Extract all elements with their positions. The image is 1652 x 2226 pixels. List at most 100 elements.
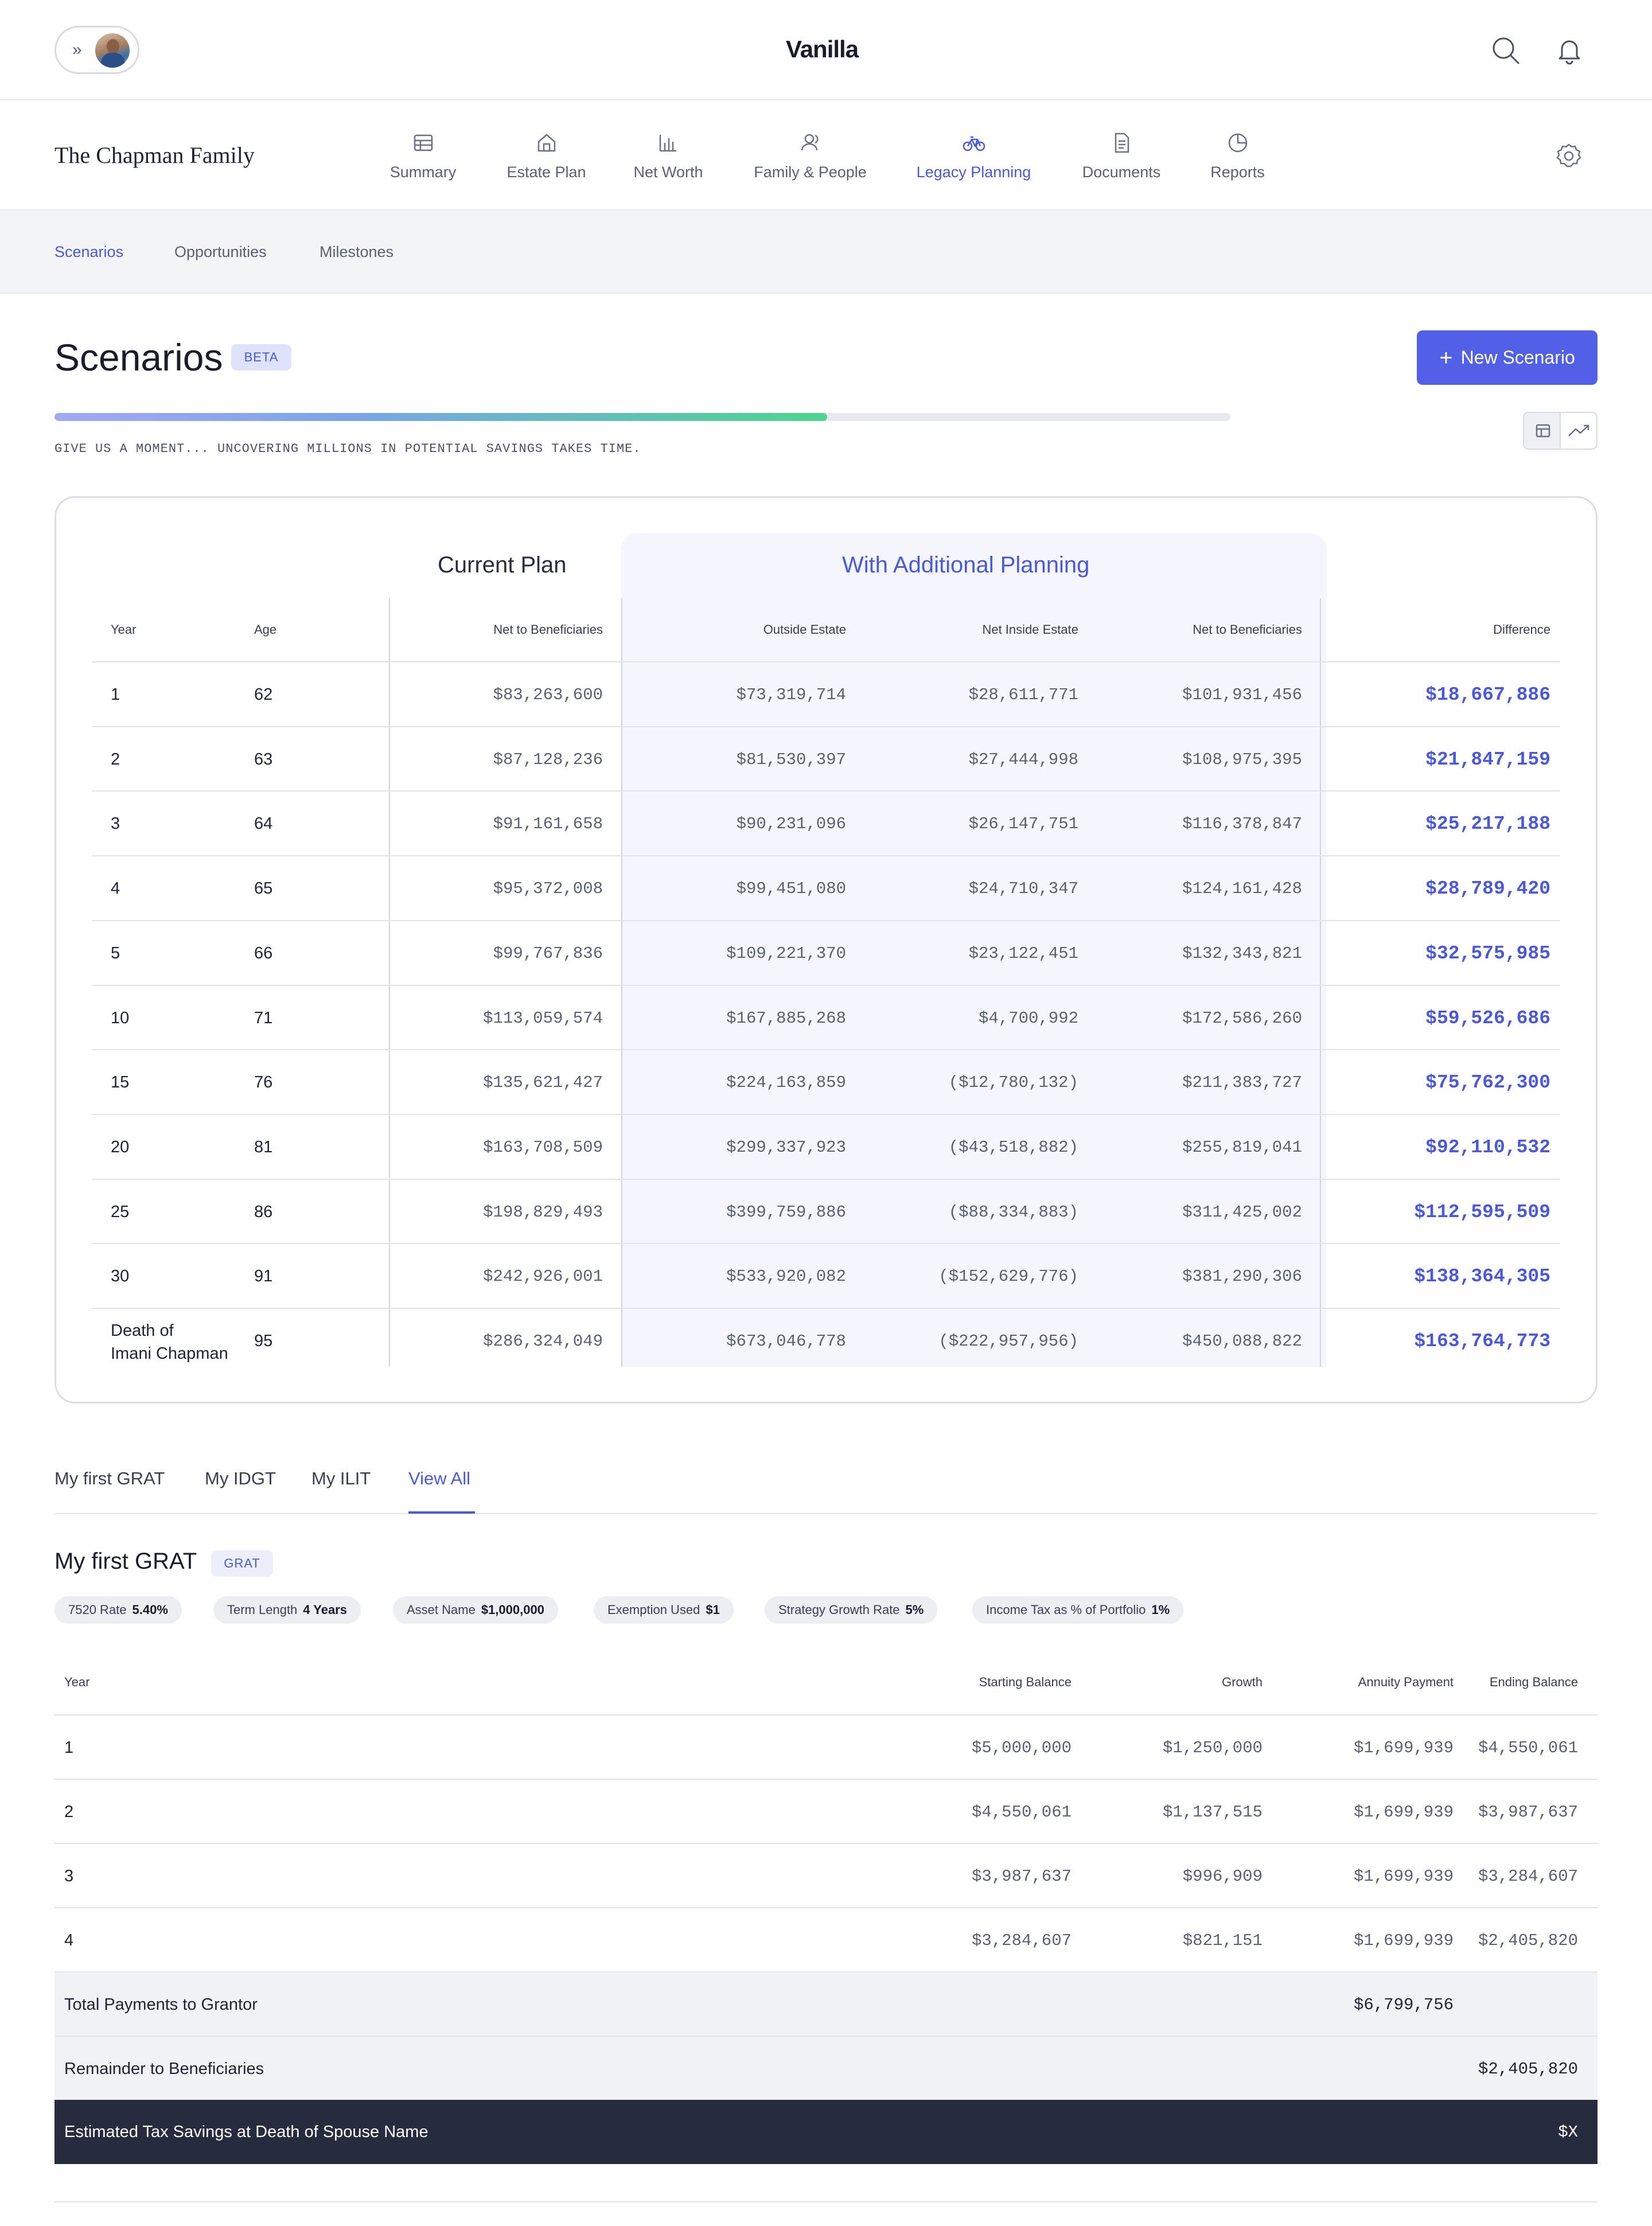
grat-header-growth: Growth (1222, 1675, 1263, 1689)
row-difference: $163,764,773 (1414, 1331, 1550, 1352)
nav-item-legacy-planning[interactable]: Legacy Planning (912, 130, 1035, 181)
row-inside-estate: ($222,957,956) (938, 1332, 1078, 1351)
scenario-row: 10 71 $113,059,574 $167,885,268 $4,700,992 $1… (92, 984, 1560, 1049)
row-inside-estate: $27,444,998 (968, 750, 1078, 769)
row-year: 15 (111, 1073, 130, 1092)
row-age: 95 (254, 1332, 273, 1350)
tab-my-first-grat[interactable]: My first GRAT (54, 1468, 165, 1489)
row-age: 91 (254, 1267, 273, 1286)
grat-row-year: 2 (64, 1803, 74, 1821)
nav-item-summary[interactable]: Summary (384, 130, 462, 181)
nav-item-family-people[interactable]: Family & People (749, 130, 872, 181)
row-year: 4 (111, 879, 120, 898)
tab-my-idgt[interactable]: My IDGT (205, 1468, 276, 1489)
row-outside-estate: $533,920,082 (726, 1267, 846, 1287)
search-icon[interactable] (1489, 33, 1523, 68)
row-net-additional: $124,161,428 (1182, 879, 1302, 899)
row-outside-estate: $99,451,080 (736, 879, 846, 899)
table-view-button[interactable] (1524, 413, 1561, 449)
grat-row-annuity: $1,699,939 (1353, 1931, 1454, 1950)
row-difference: $112,595,509 (1414, 1201, 1550, 1223)
nav-item-reports[interactable]: Reports (1202, 130, 1273, 181)
row-age: 71 (254, 1008, 273, 1027)
row-difference: $25,217,188 (1425, 813, 1550, 835)
trend-chart-icon (1568, 424, 1589, 436)
nav-item-estate-plan[interactable]: Estate Plan (502, 130, 591, 181)
row-difference: $75,762,300 (1425, 1072, 1550, 1094)
row-net-current: $95,372,008 (493, 879, 603, 899)
plus-icon: + (1439, 345, 1453, 371)
grat-row-ending: $2,405,820 (1478, 1931, 1578, 1950)
sub-tab-bar: Scenarios Opportunities Milestones (0, 210, 1652, 294)
scenario-row: 4 65 $95,372,008 $99,451,080 $24,710,347 $124… (92, 855, 1560, 919)
nav-label-summary: Summary (389, 163, 457, 181)
page-title: Scenarios (54, 336, 223, 379)
subtab-opportunities[interactable]: Opportunities (174, 243, 267, 261)
nav-label-documents: Documents (1082, 163, 1161, 181)
avatar[interactable] (95, 33, 130, 68)
tab-my-ilit[interactable]: My ILIT (311, 1468, 371, 1489)
sidebar-toggle-pill[interactable]: » (54, 26, 139, 74)
nav-item-net-worth[interactable]: Net Worth (628, 130, 708, 181)
grat-row-starting: $4,550,061 (971, 1803, 1072, 1822)
progress-fill (54, 413, 827, 421)
row-year: 1 (111, 685, 120, 704)
row-net-current: $163,708,509 (483, 1137, 603, 1157)
col-header-inside-estate: Net Inside Estate (982, 622, 1078, 637)
row-outside-estate: $299,337,923 (726, 1137, 846, 1157)
chart-view-button[interactable] (1561, 413, 1596, 449)
tab-view-all[interactable]: View All (408, 1468, 470, 1489)
grat-row-year: 4 (64, 1931, 74, 1950)
progress-message: GIVE US A MOMENT... UNCOVERING MILLIONS … (54, 442, 641, 456)
row-net-current: $99,767,836 (493, 944, 603, 963)
people-icon (801, 134, 819, 151)
row-year: 25 (111, 1202, 130, 1221)
row-age: 66 (254, 944, 273, 962)
row-inside-estate: ($88,334,883) (948, 1202, 1078, 1222)
row-age: 62 (254, 685, 273, 704)
row-outside-estate: $673,046,778 (726, 1332, 846, 1351)
col-header-net-additional: Net to Beneficiaries (1193, 622, 1302, 637)
row-outside-estate: $109,221,370 (726, 944, 846, 963)
row-year: Death of Imani Chapman (111, 1321, 228, 1363)
col-header-age: Age (254, 622, 277, 637)
param-chip-exemption-used: Exemption Used $1 (594, 1596, 734, 1624)
row-net-current: $242,926,001 (483, 1267, 603, 1287)
row-year: 20 (111, 1137, 130, 1156)
additional-planning-heading: With Additional Planning (842, 552, 1090, 578)
row-net-additional: $211,383,727 (1182, 1073, 1302, 1093)
row-outside-estate: $90,231,096 (736, 814, 846, 834)
strategy-type-badge: GRAT (211, 1550, 273, 1577)
nav-item-documents[interactable]: Documents (1076, 130, 1167, 181)
subtab-milestones[interactable]: Milestones (320, 243, 393, 261)
grat-row-starting: $3,987,637 (971, 1867, 1072, 1886)
gear-icon[interactable] (1554, 142, 1583, 170)
nav-label-legacy-planning: Legacy Planning (916, 163, 1031, 181)
row-difference: $21,847,159 (1425, 749, 1550, 770)
row-age: 64 (254, 814, 273, 833)
grat-row-starting: $3,284,607 (971, 1931, 1072, 1950)
row-outside-estate: $81,530,397 (736, 750, 846, 769)
total-payments-value: $6,799,756 (1353, 1995, 1454, 2014)
row-net-additional: $116,378,847 (1182, 814, 1302, 834)
expand-chevron-icon[interactable]: » (72, 40, 82, 60)
subtab-scenarios[interactable]: Scenarios (54, 243, 123, 261)
pie-chart-icon (1228, 133, 1247, 153)
grat-row-annuity: $1,699,939 (1353, 1867, 1454, 1886)
brand-logo[interactable]: Vanilla (786, 36, 859, 63)
scenario-row: 5 66 $99,767,836 $109,221,370 $23,122,451 $13… (92, 919, 1560, 984)
grat-row-annuity: $1,699,939 (1353, 1738, 1454, 1757)
grat-row-starting: $5,000,000 (971, 1738, 1072, 1757)
new-scenario-button[interactable]: + New Scenario (1417, 330, 1598, 385)
row-age: 65 (254, 879, 273, 898)
family-name: The Chapman Family (54, 142, 255, 168)
param-chip-term-length: Term Length 4 Years (213, 1596, 361, 1624)
remainder-value: $2,405,820 (1478, 2060, 1578, 2079)
bell-icon[interactable] (1552, 33, 1587, 68)
grat-header-year: Year (64, 1675, 90, 1689)
grat-header-ending-balance: Ending Balance (1489, 1675, 1578, 1689)
row-net-additional: $311,425,002 (1182, 1202, 1302, 1222)
col-header-net-current: Net to Beneficiaries (493, 622, 603, 637)
row-outside-estate: $73,319,714 (736, 685, 846, 704)
top-bar: » Vanilla (0, 0, 1652, 100)
